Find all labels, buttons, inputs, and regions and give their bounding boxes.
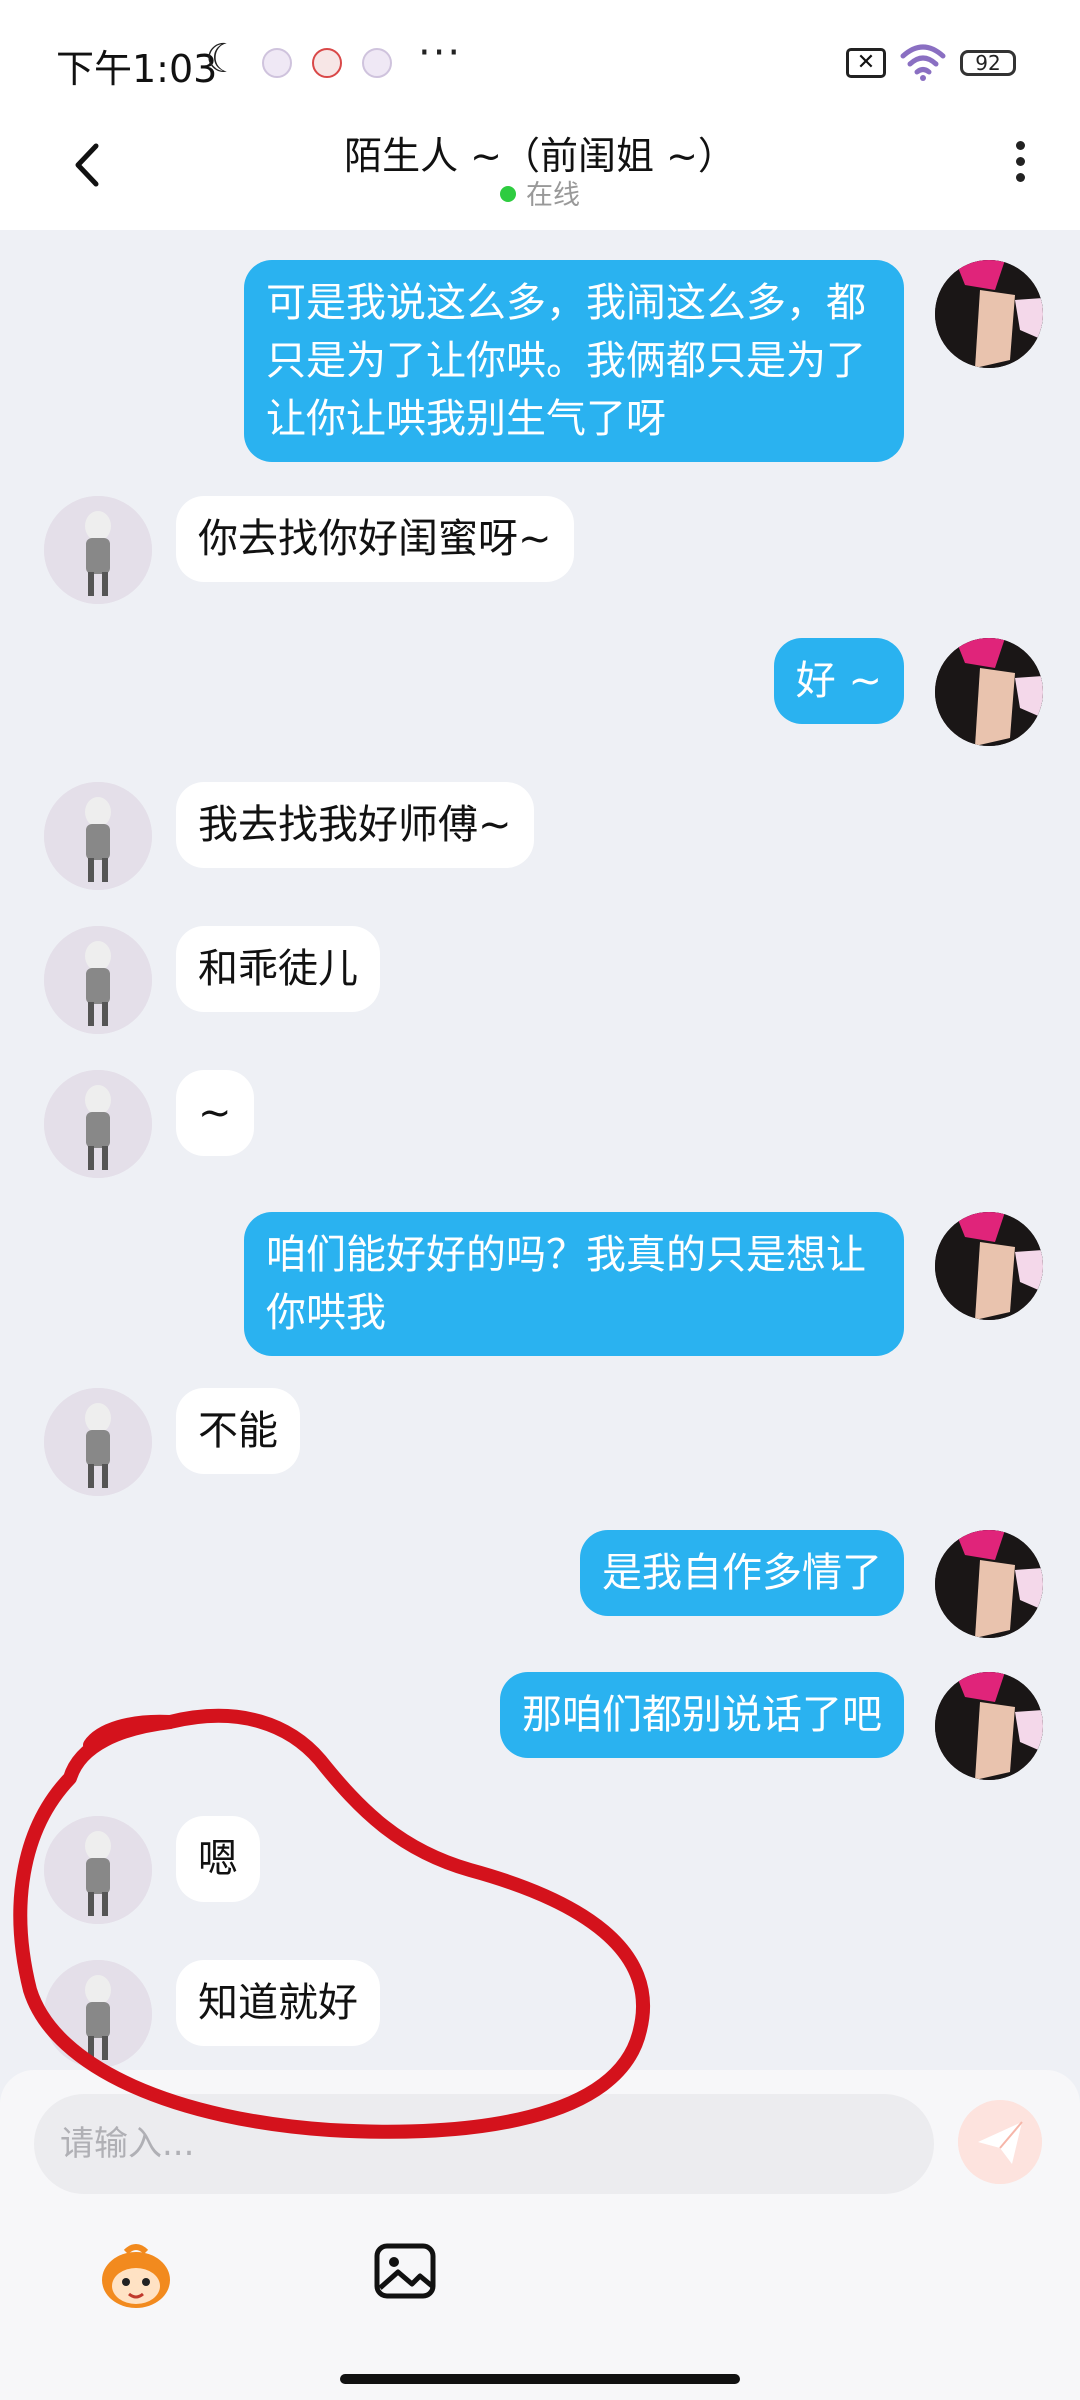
image-icon[interactable] — [372, 2238, 438, 2304]
message-row: 那咱们都别说话了吧 — [0, 1672, 1080, 1782]
more-vertical-icon[interactable] — [1000, 135, 1040, 195]
composer-panel — [0, 2070, 1080, 2400]
chat-header: 陌生人 ~（前闺姐 ~） 在线 — [0, 125, 1080, 230]
message-input-wrapper — [34, 2094, 934, 2194]
message-input[interactable] — [60, 2094, 920, 2194]
more-notifications-icon: ··· — [418, 30, 463, 76]
message-bubble-incoming[interactable]: 我去找我好师傅~ — [176, 782, 534, 868]
mascot-icon[interactable] — [96, 2242, 176, 2312]
self-avatar[interactable] — [935, 260, 1043, 368]
self-avatar[interactable] — [935, 1672, 1043, 1780]
contact-avatar[interactable] — [44, 1070, 152, 1178]
message-bubble-outgoing[interactable]: 好 ~ — [773, 638, 904, 724]
message-row: 嗯 — [0, 1816, 1080, 1926]
presence-status: 在线 — [0, 173, 1080, 212]
notification-app-icon — [312, 48, 342, 78]
message-row: 不能 — [0, 1388, 1080, 1498]
send-icon[interactable] — [958, 2100, 1042, 2184]
message-row: 和乖徒儿 — [0, 926, 1080, 1036]
self-avatar[interactable] — [935, 1212, 1043, 1320]
message-bubble-incoming[interactable]: 不能 — [176, 1388, 300, 1474]
status-time: 下午1:03 — [56, 47, 218, 91]
message-row: ~ — [0, 1070, 1080, 1180]
status-bar: 下午1:03 ☾ ··· ✕ 92 — [0, 0, 1080, 125]
notification-app-icon — [362, 48, 392, 78]
contact-avatar[interactable] — [44, 926, 152, 1034]
message-bubble-incoming[interactable]: ~ — [176, 1070, 254, 1156]
home-indicator — [340, 2374, 740, 2384]
message-bubble-outgoing[interactable]: 是我自作多情了 — [580, 1530, 904, 1616]
message-row: 你去找你好闺蜜呀~ — [0, 496, 1080, 606]
message-bubble-incoming[interactable]: 你去找你好闺蜜呀~ — [176, 496, 574, 582]
contact-avatar[interactable] — [44, 782, 152, 890]
contact-avatar[interactable] — [44, 1960, 152, 2068]
contact-avatar[interactable] — [44, 1816, 152, 1924]
notification-app-icon — [262, 48, 292, 78]
message-bubble-incoming[interactable]: 知道就好 — [176, 1960, 380, 2046]
message-row: 可是我说这么多，我闹这么多，都只是为了让你哄。我俩都只是为了让你让哄我别生气了呀 — [0, 260, 1080, 462]
message-row: 是我自作多情了 — [0, 1530, 1080, 1640]
presence-label: 在线 — [526, 180, 580, 211]
contact-avatar[interactable] — [44, 1388, 152, 1496]
message-row: 知道就好 — [0, 1960, 1080, 2070]
battery-indicator: 92 — [960, 50, 1016, 76]
chat-title: 陌生人 ~（前闺姐 ~） — [344, 134, 736, 178]
online-dot — [500, 186, 516, 202]
wifi-icon — [900, 44, 946, 81]
contact-avatar[interactable] — [44, 496, 152, 604]
message-bubble-outgoing[interactable]: 可是我说这么多，我闹这么多，都只是为了让你哄。我俩都只是为了让你让哄我别生气了呀 — [244, 260, 904, 462]
moon-icon: ☾ — [205, 36, 241, 82]
message-bubble-outgoing[interactable]: 那咱们都别说话了吧 — [500, 1672, 904, 1758]
message-row: 我去找我好师傅~ — [0, 782, 1080, 892]
message-row: 咱们能好好的吗？我真的只是想让你哄我 — [0, 1212, 1080, 1362]
message-bubble-incoming[interactable]: 嗯 — [176, 1816, 260, 1902]
sim-off-icon: ✕ — [846, 48, 886, 78]
message-row: 好 ~ — [0, 638, 1080, 748]
message-bubble-outgoing[interactable]: 咱们能好好的吗？我真的只是想让你哄我 — [244, 1212, 904, 1356]
self-avatar[interactable] — [935, 638, 1043, 746]
self-avatar[interactable] — [935, 1530, 1043, 1638]
message-bubble-incoming[interactable]: 和乖徒儿 — [176, 926, 380, 1012]
